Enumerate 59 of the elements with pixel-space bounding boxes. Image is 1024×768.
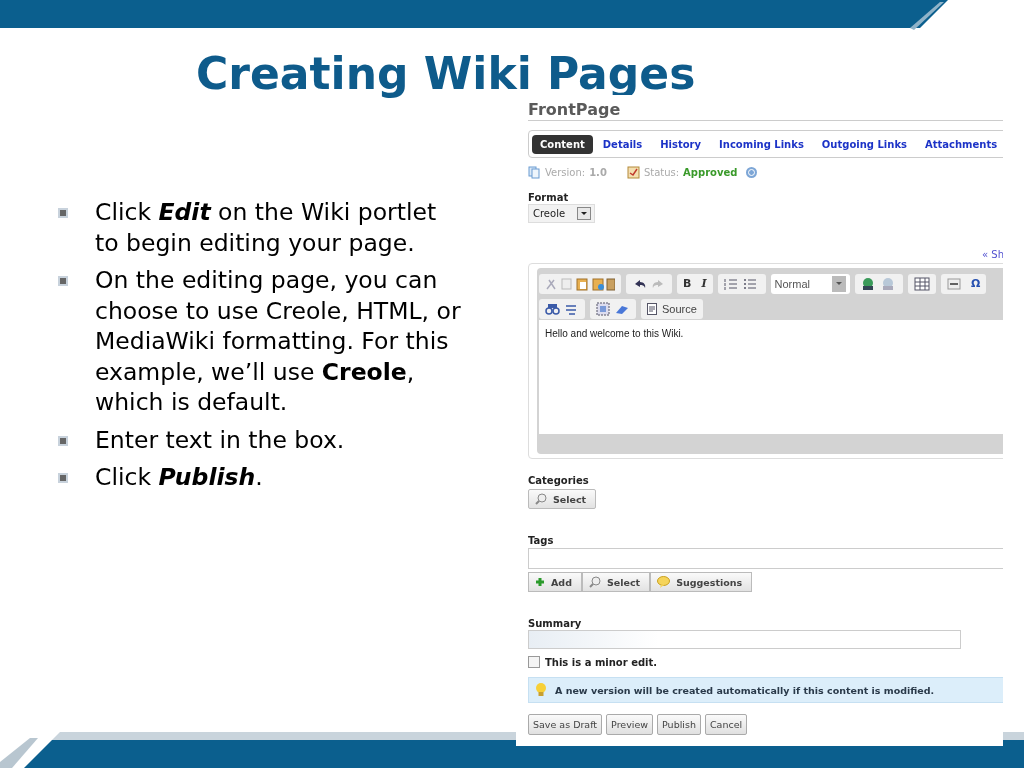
plus-icon (535, 577, 545, 587)
version-value: 1.0 (589, 166, 607, 178)
action-button[interactable]: Cancel (704, 714, 748, 735)
bullet-icon (58, 276, 68, 286)
bullet-icon (58, 435, 68, 446)
tags-input-field[interactable] (528, 548, 1003, 569)
version-label: Version: (545, 166, 586, 178)
select-button[interactable]: Select (581, 572, 651, 592)
checkbox[interactable] (528, 656, 540, 668)
special-character-button[interactable]: Ω (971, 277, 981, 290)
bullet-icon (58, 208, 68, 218)
bold-button[interactable]: B (683, 277, 692, 290)
find-replace-icons-drawing (545, 302, 579, 316)
summary-input-field[interactable] (528, 630, 961, 649)
show-link[interactable]: « Sh (982, 249, 1003, 260)
table-icon[interactable] (914, 276, 930, 291)
add-button[interactable]: Add (528, 572, 582, 592)
clipboard-icons-drawing (545, 276, 615, 291)
search-icon (588, 576, 601, 588)
tab[interactable]: Attachments (917, 134, 1003, 154)
select-all-eraser-icons-drawing (596, 302, 630, 316)
search-icon (535, 493, 547, 505)
speech-bubble-icon (657, 576, 671, 588)
bullet-icon (58, 473, 68, 483)
source-button[interactable]: Source (641, 299, 703, 319)
summary-label: Summary (528, 618, 583, 629)
tab[interactable]: History (652, 134, 710, 154)
slide-title: Creating Wiki Pages (196, 47, 696, 96)
tab[interactable]: Details (594, 134, 651, 154)
page-title: FrontPage (528, 100, 1003, 121)
tags-label: Tags (528, 535, 555, 546)
info-text: A new version will be created automatically if this content is modified. (555, 684, 935, 696)
style-select[interactable]: Normal (770, 273, 850, 294)
bullet-text: Click Edit on the Wiki portlet to begin editing your page. (95, 197, 438, 258)
bullet-text: Enter text in the box. (95, 424, 346, 455)
dropdown-icon (832, 275, 846, 292)
action-button[interactable]: Publish (657, 714, 701, 735)
document-icon (528, 165, 541, 179)
status-value: Approved (683, 166, 738, 178)
tab[interactable]: Incoming Links (711, 134, 812, 154)
categories-label: Categories (528, 475, 590, 486)
tab[interactable]: Content (532, 134, 593, 154)
checkbox-label: This is a minor edit. (545, 656, 658, 668)
document-icon (647, 303, 657, 315)
action-button[interactable]: Preview (606, 714, 654, 735)
tab[interactable]: Outgoing Links (813, 134, 915, 154)
italic-button[interactable]: I (701, 277, 707, 290)
status-label: Status: (643, 166, 680, 178)
suggestions-button[interactable]: Suggestions (650, 572, 753, 592)
action-button[interactable]: Save as Draft (528, 714, 603, 735)
dropdown-icon (577, 207, 591, 220)
lightbulb-icon (535, 683, 547, 697)
select-button[interactable]: Select (528, 489, 597, 509)
status-icon (626, 165, 640, 179)
format-label: Format (528, 192, 570, 203)
bullet-text: On the editing page, you can choose to use Creole, HTML, or MediaWiki formatting. For this example, we’ll use Creole, which is default. (95, 265, 462, 418)
help-icon[interactable] (745, 165, 759, 179)
bullet-text: Click Publish. (95, 462, 264, 493)
format-select[interactable]: Creole (528, 204, 595, 223)
